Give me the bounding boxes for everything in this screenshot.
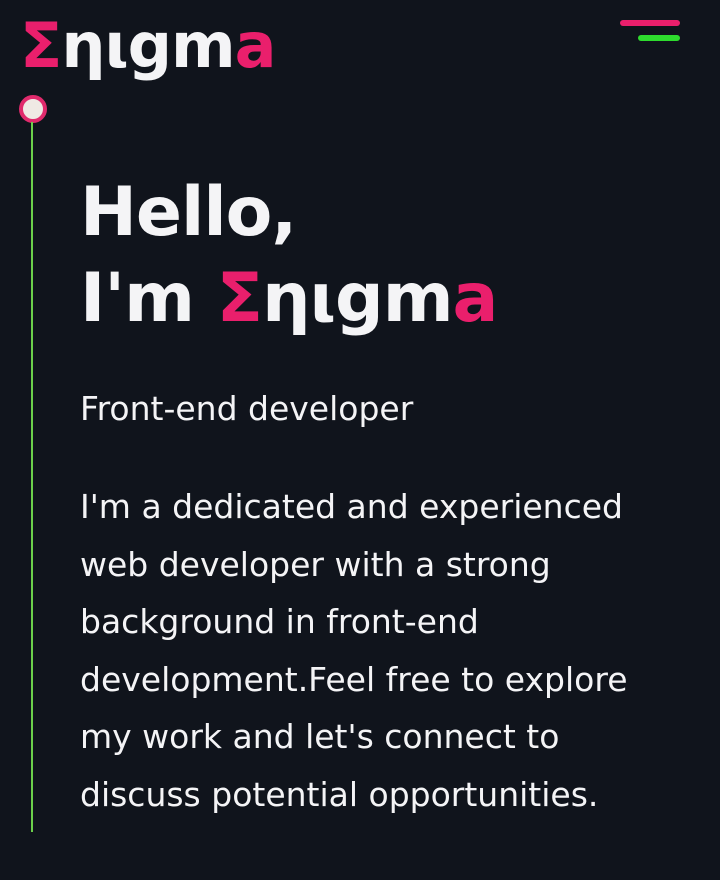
logo-sigma: Σ — [20, 9, 62, 82]
bio-line: development.Feel free to explore — [80, 659, 628, 699]
menu-bar-top — [620, 20, 680, 26]
logo-middle: ηιgm — [61, 9, 235, 82]
site-logo[interactable]: Σηιgma — [20, 6, 277, 86]
hero-name-middle: ηιgm — [262, 259, 453, 338]
menu-bar-bottom — [638, 35, 680, 41]
bio-paragraph: I'm a dedicated and experienced web deve… — [80, 478, 680, 823]
bio-line: my work and let's connect to — [80, 717, 560, 756]
bio-line: I'm a dedicated and experienced — [80, 487, 623, 526]
site-header: Σηιgma — [0, 0, 720, 90]
greeting-prefix: I'm — [80, 259, 217, 338]
bio-line: web developer with a strong — [80, 544, 551, 584]
hero-name-sigma: Σ — [216, 259, 263, 338]
hero-section: Hello, I'm Σηιgma — [80, 170, 680, 342]
bio-line: background in front-end — [80, 602, 479, 641]
timeline-line — [31, 122, 33, 832]
timeline-dot-icon — [19, 95, 47, 123]
hero-name-end: a — [452, 259, 499, 338]
bio-line: discuss potential opportunities. — [80, 774, 599, 814]
hero-title: Hello, I'm Σηιgma — [80, 170, 680, 342]
greeting-line-1: Hello, — [80, 173, 297, 252]
role-subtitle: Front-end developer — [80, 389, 414, 428]
logo-end: a — [234, 9, 277, 82]
hamburger-menu-icon[interactable] — [616, 16, 686, 50]
